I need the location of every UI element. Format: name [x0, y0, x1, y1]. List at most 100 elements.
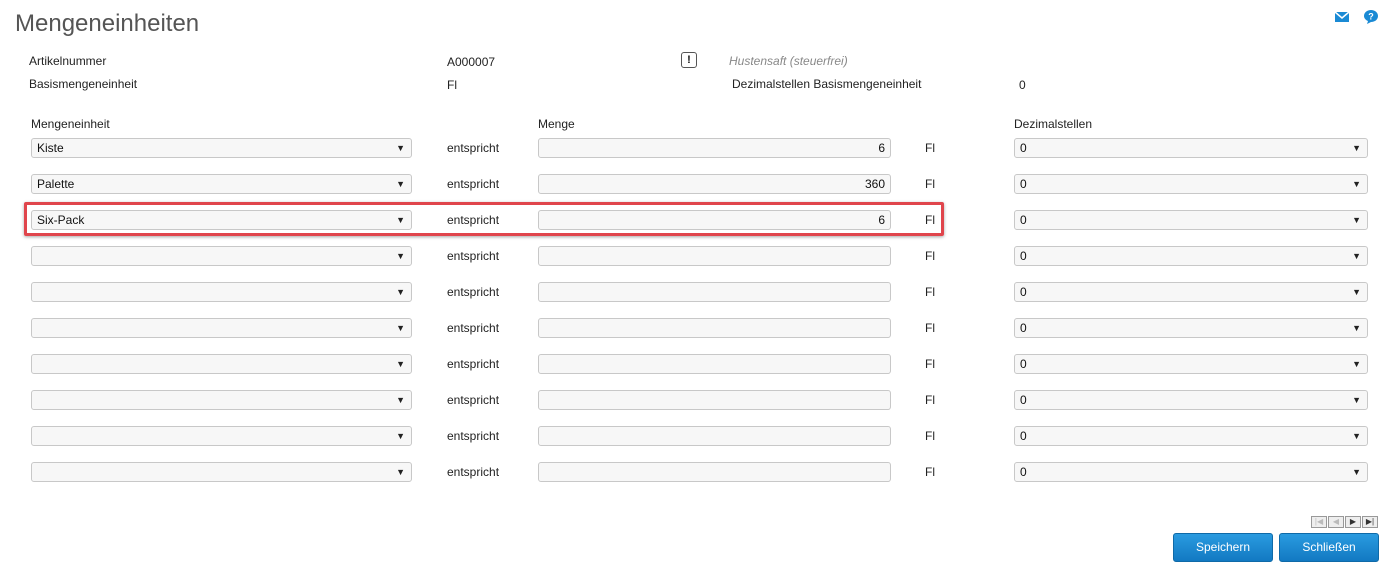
decimals-select-value: 0 — [1020, 285, 1027, 299]
article-number-label: Artikelnummer — [29, 54, 107, 68]
base-unit-label: Fl — [925, 249, 935, 263]
last-page-icon[interactable]: ▶| — [1362, 516, 1378, 528]
unit-select[interactable]: ▼ — [31, 318, 412, 338]
chevron-down-icon: ▼ — [396, 143, 405, 153]
chevron-down-icon: ▼ — [396, 359, 405, 369]
decimals-select[interactable]: 0 ▼ — [1014, 318, 1368, 338]
base-unit-label: Basismengeneinheit — [29, 77, 138, 91]
prev-page-icon[interactable]: ◀ — [1328, 516, 1344, 528]
decimals-select-value: 0 — [1020, 321, 1027, 335]
pager: |◀ ◀ ▶ ▶| — [1311, 516, 1379, 528]
decimals-select-value: 0 — [1020, 249, 1027, 263]
article-name: Hustensaft (steuerfrei) — [729, 54, 848, 68]
equals-label: entspricht — [447, 321, 500, 335]
unit-select[interactable]: Kiste ▼ — [31, 138, 412, 158]
base-unit-label: Fl — [925, 357, 935, 371]
equals-label: entspricht — [447, 465, 500, 479]
quantity-input[interactable]: 6 — [538, 138, 891, 158]
unit-select[interactable]: ▼ — [31, 426, 412, 446]
unit-select[interactable]: ▼ — [31, 282, 412, 302]
chevron-down-icon: ▼ — [1352, 251, 1361, 261]
decimal-base-value: 0 — [1019, 78, 1026, 92]
equals-label: entspricht — [447, 393, 500, 407]
article-number-value: A000007 — [447, 55, 496, 69]
base-unit-value: Fl — [447, 78, 457, 92]
close-button[interactable]: Schließen — [1279, 533, 1379, 562]
chevron-down-icon: ▼ — [396, 215, 405, 225]
quantity-input[interactable] — [538, 390, 891, 410]
chevron-down-icon: ▼ — [1352, 323, 1361, 333]
equals-label: entspricht — [447, 429, 500, 443]
quantity-input[interactable] — [538, 462, 891, 482]
equals-label: entspricht — [447, 357, 500, 371]
base-unit-label: Fl — [925, 141, 935, 155]
equals-label: entspricht — [447, 249, 500, 263]
quantity-input[interactable]: 360 — [538, 174, 891, 194]
quantity-input[interactable] — [538, 354, 891, 374]
chevron-down-icon: ▼ — [1352, 431, 1361, 441]
unit-select[interactable]: Palette ▼ — [31, 174, 412, 194]
base-unit-label: Fl — [925, 177, 935, 191]
base-unit-label: Fl — [925, 465, 935, 479]
chevron-down-icon: ▼ — [1352, 287, 1361, 297]
chevron-down-icon: ▼ — [1352, 467, 1361, 477]
quantity-input[interactable]: 6 — [538, 210, 891, 230]
quantity-input[interactable] — [538, 318, 891, 338]
decimals-select-value: 0 — [1020, 393, 1027, 407]
quantity-input[interactable] — [538, 282, 891, 302]
chevron-down-icon: ▼ — [396, 287, 405, 297]
unit-select[interactable]: ▼ — [31, 462, 412, 482]
base-unit-label: Fl — [925, 429, 935, 443]
unit-select[interactable]: ▼ — [31, 354, 412, 374]
chevron-down-icon: ▼ — [1352, 179, 1361, 189]
quantity-input[interactable] — [538, 426, 891, 446]
decimals-select[interactable]: 0 ▼ — [1014, 246, 1368, 266]
next-page-icon[interactable]: ▶ — [1345, 516, 1361, 528]
mail-icon[interactable] — [1334, 9, 1350, 25]
decimal-base-label: Dezimalstellen Basismengeneinheit — [732, 77, 922, 91]
chevron-down-icon: ▼ — [396, 323, 405, 333]
decimals-select-value: 0 — [1020, 465, 1027, 479]
equals-label: entspricht — [447, 285, 500, 299]
first-page-icon[interactable]: |◀ — [1311, 516, 1327, 528]
column-header-unit: Mengeneinheit — [31, 117, 110, 131]
decimals-select[interactable]: 0 ▼ — [1014, 174, 1368, 194]
svg-text:?: ? — [1368, 12, 1374, 22]
decimals-select-value: 0 — [1020, 213, 1027, 227]
chevron-down-icon: ▼ — [396, 431, 405, 441]
decimals-select[interactable]: 0 ▼ — [1014, 282, 1368, 302]
chevron-down-icon: ▼ — [1352, 395, 1361, 405]
decimals-select[interactable]: 0 ▼ — [1014, 138, 1368, 158]
unit-select-value: Kiste — [37, 141, 64, 155]
chevron-down-icon: ▼ — [396, 251, 405, 261]
chevron-down-icon: ▼ — [1352, 143, 1361, 153]
chevron-down-icon: ▼ — [396, 179, 405, 189]
decimals-select[interactable]: 0 ▼ — [1014, 354, 1368, 374]
decimals-select[interactable]: 0 ▼ — [1014, 426, 1368, 446]
decimals-select-value: 0 — [1020, 177, 1027, 191]
exclamation-icon[interactable]: ! — [681, 52, 697, 68]
unit-select[interactable]: ▼ — [31, 390, 412, 410]
chevron-down-icon: ▼ — [1352, 359, 1361, 369]
equals-label: entspricht — [447, 177, 500, 191]
decimals-select-value: 0 — [1020, 429, 1027, 443]
unit-select-value: Six-Pack — [37, 213, 85, 227]
chevron-down-icon: ▼ — [1352, 215, 1361, 225]
column-header-decimals: Dezimalstellen — [1014, 117, 1093, 131]
decimals-select[interactable]: 0 ▼ — [1014, 390, 1368, 410]
decimals-select[interactable]: 0 ▼ — [1014, 210, 1368, 230]
chevron-down-icon: ▼ — [396, 467, 405, 477]
quantity-input[interactable] — [538, 246, 891, 266]
chevron-down-icon: ▼ — [396, 395, 405, 405]
save-button[interactable]: Speichern — [1173, 533, 1273, 562]
help-icon[interactable]: ? — [1363, 9, 1379, 25]
equals-label: entspricht — [447, 141, 500, 155]
unit-select[interactable]: Six-Pack ▼ — [31, 210, 412, 230]
base-unit-label: Fl — [925, 321, 935, 335]
decimals-select-value: 0 — [1020, 141, 1027, 155]
unit-select[interactable]: ▼ — [31, 246, 412, 266]
base-unit-label: Fl — [925, 285, 935, 299]
page-title: Mengeneinheiten — [15, 10, 200, 37]
decimals-select[interactable]: 0 ▼ — [1014, 462, 1368, 482]
base-unit-label: Fl — [925, 393, 935, 407]
